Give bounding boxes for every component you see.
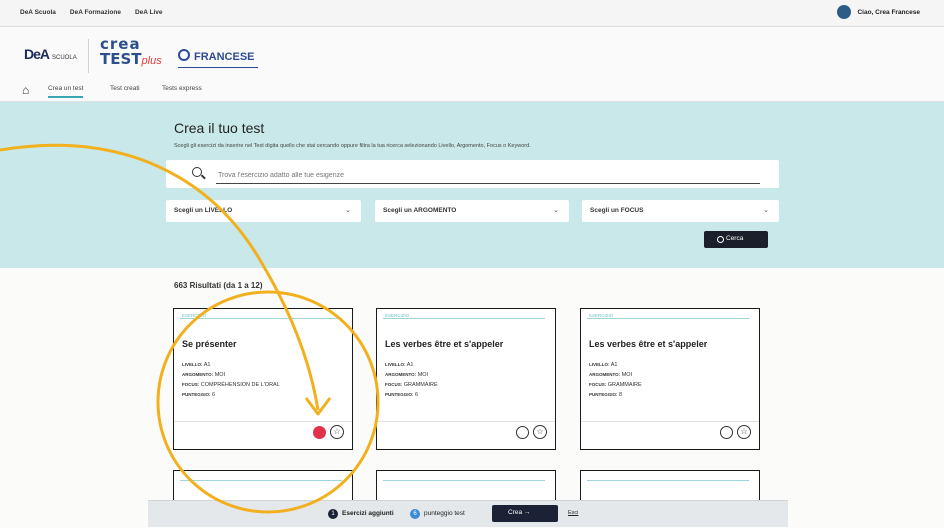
search-icon: [717, 236, 724, 243]
star-icon[interactable]: ☆: [737, 425, 751, 439]
chevron-down-icon: ⌄: [763, 207, 769, 214]
card-meta: LIVELLO: A1 ARGOMENTO: MOI FOCUS: COMPRÉ…: [182, 362, 280, 398]
page-subtitle: Scegli gli esercizi da inserire nel Test…: [174, 143, 531, 149]
select-argomento[interactable]: Scegli un ARGOMENTO ⌄: [375, 200, 569, 222]
tab-test-creati[interactable]: Test creati: [110, 85, 140, 92]
test-summary-bar: 1 Esercizi aggiunti 6 punteggio test Cre…: [148, 500, 788, 527]
added-label: Esercizi aggiunti: [342, 510, 394, 517]
brand-header: DeA SCUOLA crea TESTplus FRANCESE: [0, 27, 944, 79]
user-greeting: Ciao, Crea Francese: [857, 8, 920, 16]
exercise-card[interactable]: ESERCIZIO Se présenter LIVELLO: A1 ARGOM…: [173, 308, 353, 450]
exercise-card[interactable]: ESERCIZIO Les verbes être et s'appeler L…: [580, 308, 760, 450]
search-icon: [192, 167, 202, 177]
score-label: punteggio test: [424, 510, 465, 517]
page-title: Crea il tuo test: [174, 120, 265, 136]
dea-scuola-logo[interactable]: DeA SCUOLA: [24, 46, 77, 62]
chevron-down-icon: ⌄: [553, 207, 559, 214]
star-icon[interactable]: ☆: [533, 425, 547, 439]
create-test-button[interactable]: Crea →: [492, 505, 558, 522]
card-title: Se présenter: [182, 339, 237, 349]
card-footer-line: [581, 421, 759, 422]
card-meta: LIVELLO: A1 ARGOMENTO: MOI FOCUS: GRAMMA…: [589, 362, 642, 398]
results-count: 663 Risultati (da 1 a 12): [174, 281, 263, 290]
link-dea-live[interactable]: DeA Live: [135, 9, 163, 16]
card-divider: [383, 480, 545, 481]
search-panel: Crea il tuo test Scegli gli esercizi da …: [0, 102, 944, 268]
card-title: Les verbes être et s'appeler: [589, 339, 708, 349]
tab-tests-express[interactable]: Tests express: [162, 85, 202, 92]
logo-divider: [88, 39, 89, 73]
search-button[interactable]: Cerca: [704, 231, 768, 248]
select-livello[interactable]: Scegli un LIVELLO ⌄: [166, 200, 361, 222]
select-focus[interactable]: Scegli un FOCUS ⌄: [582, 200, 779, 222]
subject-label: FRANCESE: [178, 49, 255, 63]
card-divider: [587, 480, 749, 481]
added-count-badge: 1: [328, 509, 338, 519]
logout-link[interactable]: Esci: [568, 510, 578, 516]
user-menu[interactable]: Ciao, Crea Francese: [837, 5, 920, 19]
card-divider: [180, 318, 342, 319]
score-badge: 6: [410, 509, 420, 519]
subject-underline: [178, 67, 258, 68]
card-footer-line: [174, 421, 352, 422]
card-title: Les verbes être et s'appeler: [385, 339, 504, 349]
star-icon[interactable]: ☆: [330, 425, 344, 439]
card-footer-line: [377, 421, 555, 422]
avatar: [837, 5, 852, 19]
remove-exercise-button[interactable]: [313, 426, 326, 439]
search-box: [166, 160, 779, 188]
card-meta: LIVELLO: A1 ARGOMENTO: MOI FOCUS: GRAMMA…: [385, 362, 438, 398]
card-divider: [383, 318, 545, 319]
nav-tabs: ⌂ Crea un test Test creati Tests express: [0, 79, 944, 102]
app-window: DeA Scuola DeA Formazione DeA Live Ciao,…: [0, 0, 944, 528]
exercise-card[interactable]: ESERCIZIO Les verbes être et s'appeler L…: [376, 308, 556, 450]
add-exercise-button[interactable]: [720, 426, 733, 439]
card-divider: [587, 318, 749, 319]
home-icon[interactable]: ⌂: [22, 83, 29, 97]
search-input[interactable]: [216, 167, 760, 184]
link-dea-scuola[interactable]: DeA Scuola: [20, 9, 56, 16]
top-links: DeA Scuola DeA Formazione DeA Live: [20, 9, 163, 16]
top-bar: DeA Scuola DeA Formazione DeA Live Ciao,…: [0, 0, 944, 27]
chevron-down-icon: ⌄: [345, 207, 351, 214]
createst-plus-logo: crea TESTplus: [100, 35, 162, 68]
add-exercise-button[interactable]: [516, 426, 529, 439]
card-divider: [180, 480, 342, 481]
tab-crea-un-test[interactable]: Crea un test: [48, 85, 84, 98]
link-dea-formazione[interactable]: DeA Formazione: [70, 9, 121, 16]
subject-circle-icon: [178, 49, 190, 61]
